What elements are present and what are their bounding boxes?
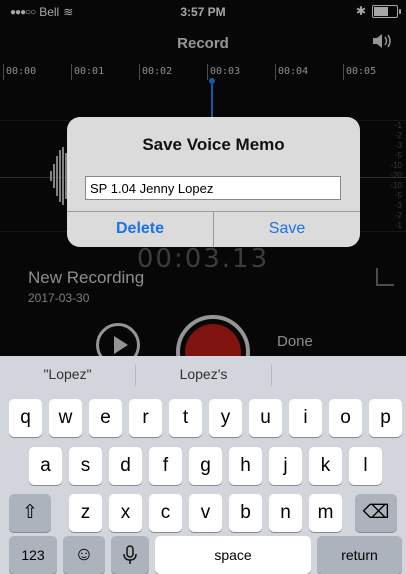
key-e[interactable]: e bbox=[89, 399, 122, 437]
key-d[interactable]: d bbox=[109, 447, 142, 485]
dialog-title: Save Voice Memo bbox=[142, 135, 285, 154]
key-c[interactable]: c bbox=[149, 494, 182, 532]
key-f[interactable]: f bbox=[149, 447, 182, 485]
microphone-key[interactable] bbox=[111, 536, 149, 574]
key-z[interactable]: z bbox=[69, 494, 102, 532]
key-u[interactable]: u bbox=[249, 399, 282, 437]
key-m[interactable]: m bbox=[309, 494, 342, 532]
key-i[interactable]: i bbox=[289, 399, 322, 437]
key-t[interactable]: t bbox=[169, 399, 202, 437]
suggestion-divider bbox=[271, 364, 272, 386]
voice-memos-screen: ●●●○○ Bell ≋ 3:57 PM ✱ Record 00:00 00:0… bbox=[0, 0, 406, 574]
key-y[interactable]: y bbox=[209, 399, 242, 437]
key-h[interactable]: h bbox=[229, 447, 262, 485]
suggestion-bar: "Lopez" Lopez's bbox=[0, 356, 406, 394]
return-key[interactable]: return bbox=[317, 536, 402, 574]
emoji-key[interactable]: ☺ bbox=[63, 536, 105, 574]
shift-key[interactable]: ⇧ bbox=[9, 494, 51, 532]
save-button[interactable]: Save bbox=[214, 211, 360, 247]
suggestion-1[interactable]: "Lopez" bbox=[0, 366, 135, 382]
microphone-icon bbox=[123, 545, 137, 564]
key-p[interactable]: p bbox=[369, 399, 402, 437]
space-key[interactable]: space bbox=[155, 536, 311, 574]
save-memo-dialog: Save Voice Memo Delete Save bbox=[67, 117, 360, 247]
key-r[interactable]: r bbox=[129, 399, 162, 437]
key-w[interactable]: w bbox=[49, 399, 82, 437]
recorder-area: ●●●○○ Bell ≋ 3:57 PM ✱ Record 00:00 00:0… bbox=[0, 0, 406, 389]
memo-name-input[interactable] bbox=[85, 176, 341, 200]
keyboard: "Lopez" Lopez's q w e r t y u i o p a s … bbox=[0, 356, 406, 574]
key-v[interactable]: v bbox=[189, 494, 222, 532]
key-j[interactable]: j bbox=[269, 447, 302, 485]
key-a[interactable]: a bbox=[29, 447, 62, 485]
key-x[interactable]: x bbox=[109, 494, 142, 532]
delete-button[interactable]: Delete bbox=[67, 211, 213, 247]
key-s[interactable]: s bbox=[69, 447, 102, 485]
suggestion-2[interactable]: Lopez's bbox=[136, 366, 271, 382]
backspace-key[interactable]: ⌫ bbox=[355, 494, 397, 532]
key-n[interactable]: n bbox=[269, 494, 302, 532]
key-k[interactable]: k bbox=[309, 447, 342, 485]
key-o[interactable]: o bbox=[329, 399, 362, 437]
key-g[interactable]: g bbox=[189, 447, 222, 485]
key-q[interactable]: q bbox=[9, 399, 42, 437]
key-l[interactable]: l bbox=[349, 447, 382, 485]
key-b[interactable]: b bbox=[229, 494, 262, 532]
numbers-key[interactable]: 123 bbox=[9, 536, 57, 574]
